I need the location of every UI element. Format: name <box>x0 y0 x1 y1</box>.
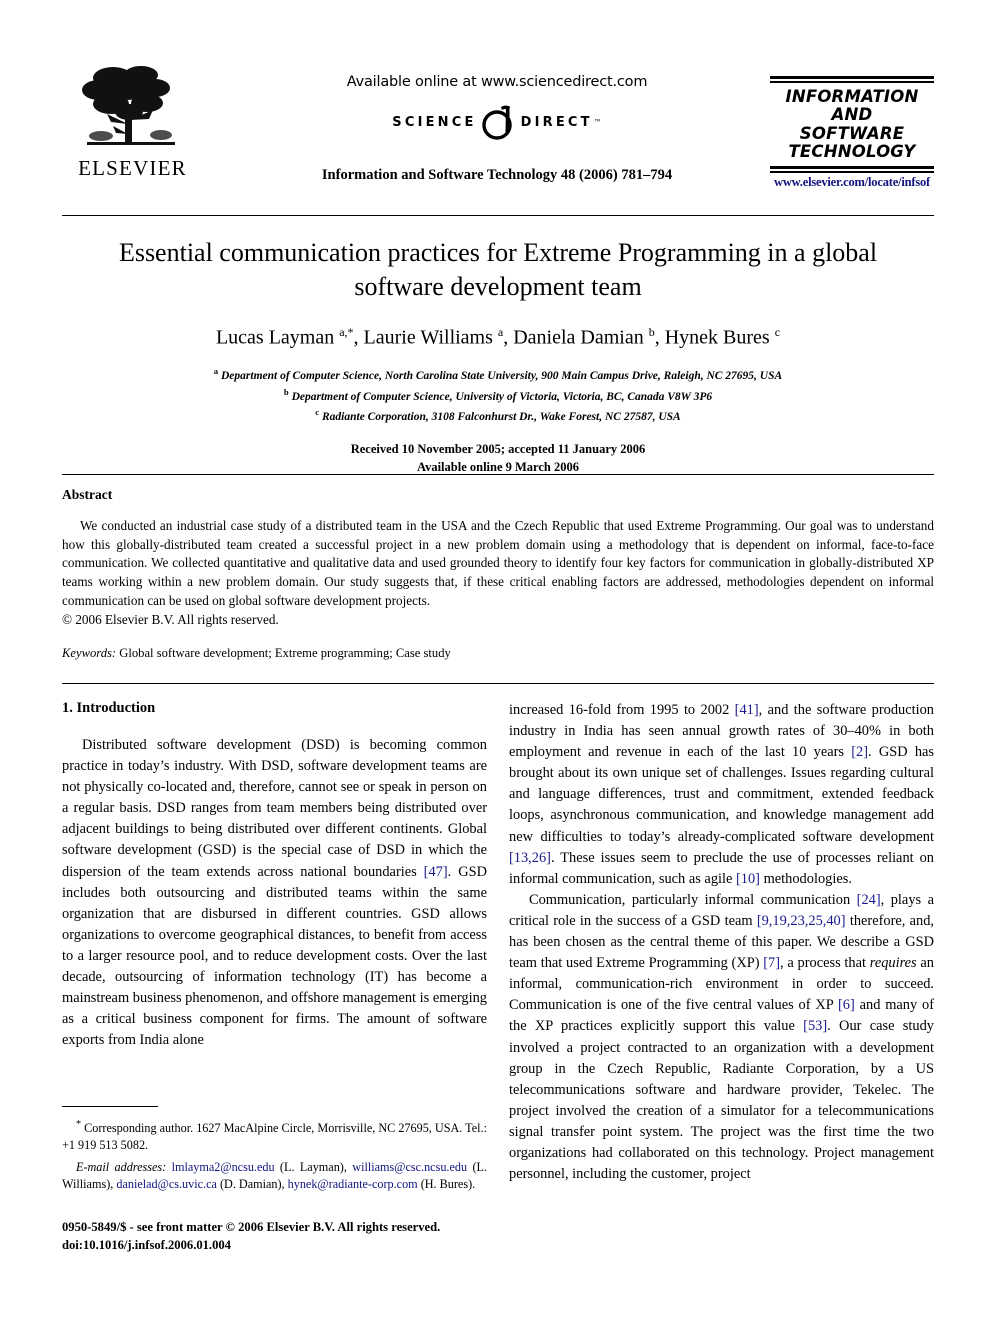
email-link-bures[interactable]: hynek@radiante-corp.com <box>288 1177 418 1191</box>
footnote-block: * Corresponding author. 1627 MacAlpine C… <box>62 1118 487 1197</box>
citation-53[interactable]: [53] <box>803 1018 827 1034</box>
affiliation-list: a Department of Computer Science, North … <box>62 365 934 426</box>
affiliation-b: b Department of Computer Science, Univer… <box>283 386 713 403</box>
sciencedirect-word-science: SCIENCE <box>392 114 477 130</box>
corresponding-author-note: * Corresponding author. 1627 MacAlpine C… <box>62 1118 487 1155</box>
citation-41[interactable]: [41] <box>735 702 759 718</box>
intro-paragraph-right-2: Communication, particularly informal com… <box>509 890 934 1185</box>
journal-logo-rule-bottom <box>770 165 934 173</box>
trademark-symbol: ™ <box>593 117 602 127</box>
corresponding-author-text: Corresponding author. 1627 MacAlpine Cir… <box>62 1121 487 1153</box>
journal-homepage-link[interactable]: www.elsevier.com/locate/infsof <box>774 175 930 189</box>
journal-logo-line-1: INFORMATION <box>785 87 919 106</box>
email-link-layman[interactable]: lmlayma2@ncsu.edu <box>172 1160 275 1174</box>
affiliation-a: a Department of Computer Science, North … <box>213 366 783 383</box>
intro-text-f: . These issues seem to preclude the use … <box>509 849 934 887</box>
sciencedirect-d-icon <box>479 102 519 142</box>
journal-logo-line-4: TECHNOLOGY <box>788 142 916 162</box>
intro-paragraph-left: Distributed software development (DSD) i… <box>62 735 487 1051</box>
author-list: Lucas Layman a,*, Laurie Williams a, Dan… <box>215 324 781 349</box>
elsevier-wordmark: ELSEVIER <box>78 156 187 180</box>
intro-text-g: methodologies. <box>759 870 852 887</box>
intro-text-requires-emphasis: requires <box>869 955 917 972</box>
email-owner-bures: (H. Bures). <box>417 1177 476 1192</box>
column-left: 1. Introduction Distributed software dev… <box>62 700 487 1051</box>
citation-6[interactable]: [6] <box>838 997 855 1013</box>
email-link-damian[interactable]: danielad@cs.uvic.ca <box>116 1177 217 1191</box>
abstract-body: We conducted an industrial case study of… <box>62 518 934 608</box>
email-owner-layman: (L. Layman), <box>274 1159 353 1174</box>
intro-text-a: Distributed software development (DSD) i… <box>62 737 487 880</box>
email-addresses-label: E-mail addresses: <box>76 1159 167 1174</box>
email-addresses-note: E-mail addresses: lmlayma2@ncsu.edu (L. … <box>62 1159 487 1194</box>
citation-2[interactable]: [2] <box>851 744 868 760</box>
email-link-williams[interactable]: williams@csc.ncsu.edu <box>352 1160 467 1174</box>
title-block: Essential communication practices for Ex… <box>62 236 934 476</box>
abstract-copyright: © 2006 Elsevier B.V. All rights reserved… <box>62 611 279 627</box>
journal-logo-line-3: SOFTWARE <box>799 123 905 143</box>
email-owner-damian: (D. Damian), <box>216 1177 288 1192</box>
imprint-block: 0950-5849/$ - see front matter © 2006 El… <box>62 1218 502 1255</box>
page-title: Essential communication practices for Ex… <box>118 238 878 302</box>
intro-text-c: increased 16-fold from 1995 to 2002 <box>509 702 735 718</box>
citation-13-26[interactable]: [13,26] <box>509 850 551 866</box>
section-heading-introduction: 1. Introduction <box>62 700 156 716</box>
keywords-label: Keywords: <box>62 646 117 661</box>
intro-text-k: , a process that <box>780 955 870 972</box>
journal-logo: INFORMATION AND SOFTWARE TECHNOLOGY www.… <box>770 76 934 191</box>
affiliation-c: c Radiante Corporation, 3108 Falconhurst… <box>315 406 681 423</box>
journal-logo-line-2: AND <box>831 105 873 125</box>
elsevier-logo: ELSEVIER <box>70 62 195 192</box>
masthead: ELSEVIER Available online at www.science… <box>62 62 934 210</box>
paper-page: ELSEVIER Available online at www.science… <box>0 0 992 1323</box>
citation-47[interactable]: [47] <box>424 864 448 880</box>
keywords-line: Keywords: Global software development; E… <box>62 646 934 661</box>
citation-10[interactable]: [10] <box>736 871 760 887</box>
issn-copyright-line: 0950-5849/$ - see front matter © 2006 El… <box>62 1220 441 1234</box>
received-accepted-date: Received 10 November 2005; accepted 11 J… <box>350 442 646 457</box>
column-right: increased 16-fold from 1995 to 2002 [41]… <box>509 700 934 1185</box>
journal-citation-line: Information and Software Technology 48 (… <box>321 167 673 183</box>
abstract-divider <box>62 474 934 475</box>
intro-text-h: Communication, particularly informal com… <box>529 891 857 908</box>
publication-dates: Received 10 November 2005; accepted 11 J… <box>62 440 934 476</box>
abstract-heading: Abstract <box>62 487 113 502</box>
sciencedirect-logo: SCIENCE DIRECT ™ <box>307 102 687 142</box>
footnote-divider <box>62 1106 158 1107</box>
citation-9-19-23-25-40[interactable]: [9,19,23,25,40] <box>757 913 846 929</box>
journal-logo-title: INFORMATION AND SOFTWARE TECHNOLOGY <box>770 83 934 166</box>
elsevier-tree-icon <box>77 62 189 154</box>
body-divider <box>62 683 934 684</box>
sciencedirect-block: Available online at www.sciencedirect.co… <box>307 74 687 142</box>
doi-line: doi:10.1016/j.infsof.2006.01.004 <box>62 1238 231 1253</box>
keywords-value: Global software development; Extreme pro… <box>116 646 451 661</box>
available-online-text: Available online at www.sciencedirect.co… <box>346 74 648 90</box>
body-columns: 1. Introduction Distributed software dev… <box>62 700 934 1300</box>
abstract-section: Abstract We conducted an industrial case… <box>62 487 934 661</box>
sciencedirect-word-direct: DIRECT <box>520 114 593 130</box>
intro-paragraph-right-1: increased 16-fold from 1995 to 2002 [41]… <box>509 700 934 890</box>
citation-24[interactable]: [24] <box>857 892 881 908</box>
masthead-divider <box>62 215 934 216</box>
intro-text-n: . Our case study involved a project cont… <box>509 1018 934 1183</box>
journal-logo-rule-top <box>770 76 934 83</box>
citation-7[interactable]: [7] <box>763 955 780 971</box>
intro-text-b: . GSD includes both outsourcing and dist… <box>62 863 487 1049</box>
